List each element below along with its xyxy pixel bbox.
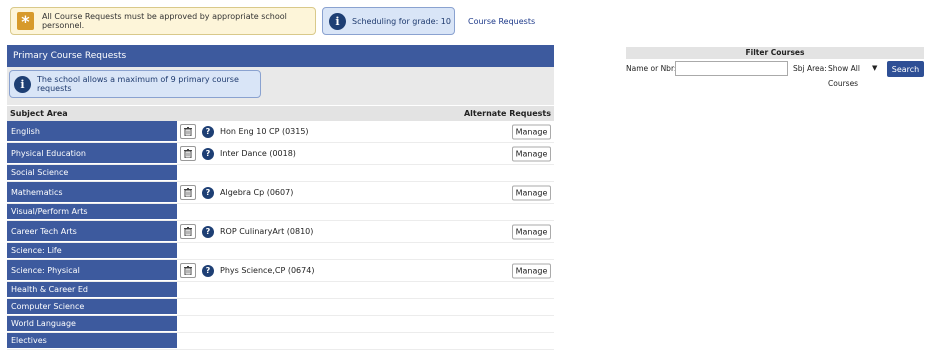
asterisk-icon: * xyxy=(17,12,34,31)
subject-area-cell: Visual/Perform Arts xyxy=(7,204,177,220)
course-cell xyxy=(177,299,554,315)
course-cell xyxy=(177,282,554,298)
table-row: Computer Science xyxy=(7,299,554,316)
table-row: Science: Life xyxy=(7,243,554,260)
trash-icon[interactable] xyxy=(180,146,196,161)
subject-area-cell: Career Tech Arts xyxy=(7,221,177,242)
help-icon[interactable]: ? xyxy=(202,264,214,277)
manage-button[interactable]: Manage xyxy=(512,124,551,139)
subject-label: Sbj Area: xyxy=(793,64,827,73)
trash-icon[interactable] xyxy=(180,224,196,239)
course-cell xyxy=(177,204,554,220)
course-cell: ? Inter Dance (0018) xyxy=(177,143,554,164)
alternate-requests-header: Alternate Requests xyxy=(463,109,551,118)
course-cell: ? Phys Science,CP (0674) xyxy=(177,260,554,281)
course-cell: ? Algebra Cp (0607) xyxy=(177,182,554,203)
table-row: Electives xyxy=(7,333,554,350)
manage-button[interactable]: Manage xyxy=(512,224,551,239)
table-row: Physical Education? Inter Dance (0018) Man… xyxy=(7,143,554,165)
subject-area-cell: Physical Education xyxy=(7,143,177,164)
course-cell: ? Hon Eng 10 CP (0315) xyxy=(177,121,554,142)
table-row: Health & Career Ed xyxy=(7,282,554,299)
manage-button[interactable]: Manage xyxy=(512,263,551,278)
subject-area-cell: World Language xyxy=(7,316,177,332)
subject-area-cell: English xyxy=(7,121,177,142)
scheduling-text: Scheduling for grade: 10 xyxy=(352,16,451,26)
subject-area-cell: Mathematics xyxy=(7,182,177,203)
course-cell xyxy=(177,165,554,181)
table-row: World Language xyxy=(7,316,554,333)
name-label: Name or Nbr: xyxy=(626,64,677,73)
info-icon: i xyxy=(329,12,346,30)
course-name: Algebra Cp (0607) xyxy=(220,188,294,197)
subject-area-cell: Science: Physical xyxy=(7,260,177,281)
subject-area-select[interactable]: Show All Courses xyxy=(826,61,888,88)
trash-icon[interactable] xyxy=(180,124,196,139)
course-cell xyxy=(177,333,554,349)
filter-courses-title: Filter Courses xyxy=(626,47,924,59)
trash-icon[interactable] xyxy=(180,263,196,278)
table-row: Social Science xyxy=(7,165,554,182)
table-row: Career Tech Arts? ROP CulinaryArt (0810) M… xyxy=(7,221,554,243)
help-icon[interactable]: ? xyxy=(202,225,214,238)
course-name: Hon Eng 10 CP (0315) xyxy=(220,127,309,136)
manage-button[interactable]: Manage xyxy=(512,185,551,200)
subject-area-cell: Science: Life xyxy=(7,243,177,259)
course-name: ROP CulinaryArt (0810) xyxy=(220,227,314,236)
subject-area-cell: Health & Career Ed xyxy=(7,282,177,298)
course-cell xyxy=(177,243,554,259)
course-name: Phys Science,CP (0674) xyxy=(220,266,315,275)
subject-area-header: Subject Area xyxy=(10,109,68,118)
trash-icon[interactable] xyxy=(180,185,196,200)
course-cell: ? ROP CulinaryArt (0810) xyxy=(177,221,554,242)
filter-courses-form: Name or Nbr: Sbj Area: Show All Courses … xyxy=(626,60,924,88)
subject-area-cell: Computer Science xyxy=(7,299,177,315)
help-icon[interactable]: ? xyxy=(202,186,214,199)
info-icon: i xyxy=(14,75,31,93)
help-icon[interactable]: ? xyxy=(202,147,214,160)
approval-banner: * All Course Requests must be approved b… xyxy=(10,7,316,35)
max-requests-notice: i The school allows a maximum of 9 prima… xyxy=(9,70,261,98)
course-cell xyxy=(177,316,554,332)
course-name: Inter Dance (0018) xyxy=(220,149,296,158)
course-requests-link[interactable]: Course Requests xyxy=(468,17,535,26)
course-requests-table: English? Hon Eng 10 CP (0315) Manage Physic… xyxy=(7,121,554,350)
manage-button[interactable]: Manage xyxy=(512,146,551,161)
table-row: English? Hon Eng 10 CP (0315) Manage xyxy=(7,121,554,143)
search-button[interactable]: Search xyxy=(887,61,924,77)
table-row: Visual/Perform Arts xyxy=(7,204,554,221)
scheduling-banner: i Scheduling for grade: 10 xyxy=(322,7,455,35)
max-requests-text: The school allows a maximum of 9 primary… xyxy=(37,75,239,93)
subject-area-cell: Electives xyxy=(7,333,177,349)
table-row: Mathematics? Algebra Cp (0607) Manage xyxy=(7,182,554,204)
subject-area-cell: Social Science xyxy=(7,165,177,181)
table-row: Science: Physical? Phys Science,CP (0674)… xyxy=(7,260,554,282)
approval-text: All Course Requests must be approved by … xyxy=(41,12,287,30)
caret-down-icon[interactable]: ▼ xyxy=(872,64,877,72)
help-icon[interactable]: ? xyxy=(202,125,214,138)
table-header: Subject Area Alternate Requests xyxy=(7,106,554,121)
name-input[interactable] xyxy=(675,61,788,76)
panel-title: Primary Course Requests xyxy=(7,45,554,67)
